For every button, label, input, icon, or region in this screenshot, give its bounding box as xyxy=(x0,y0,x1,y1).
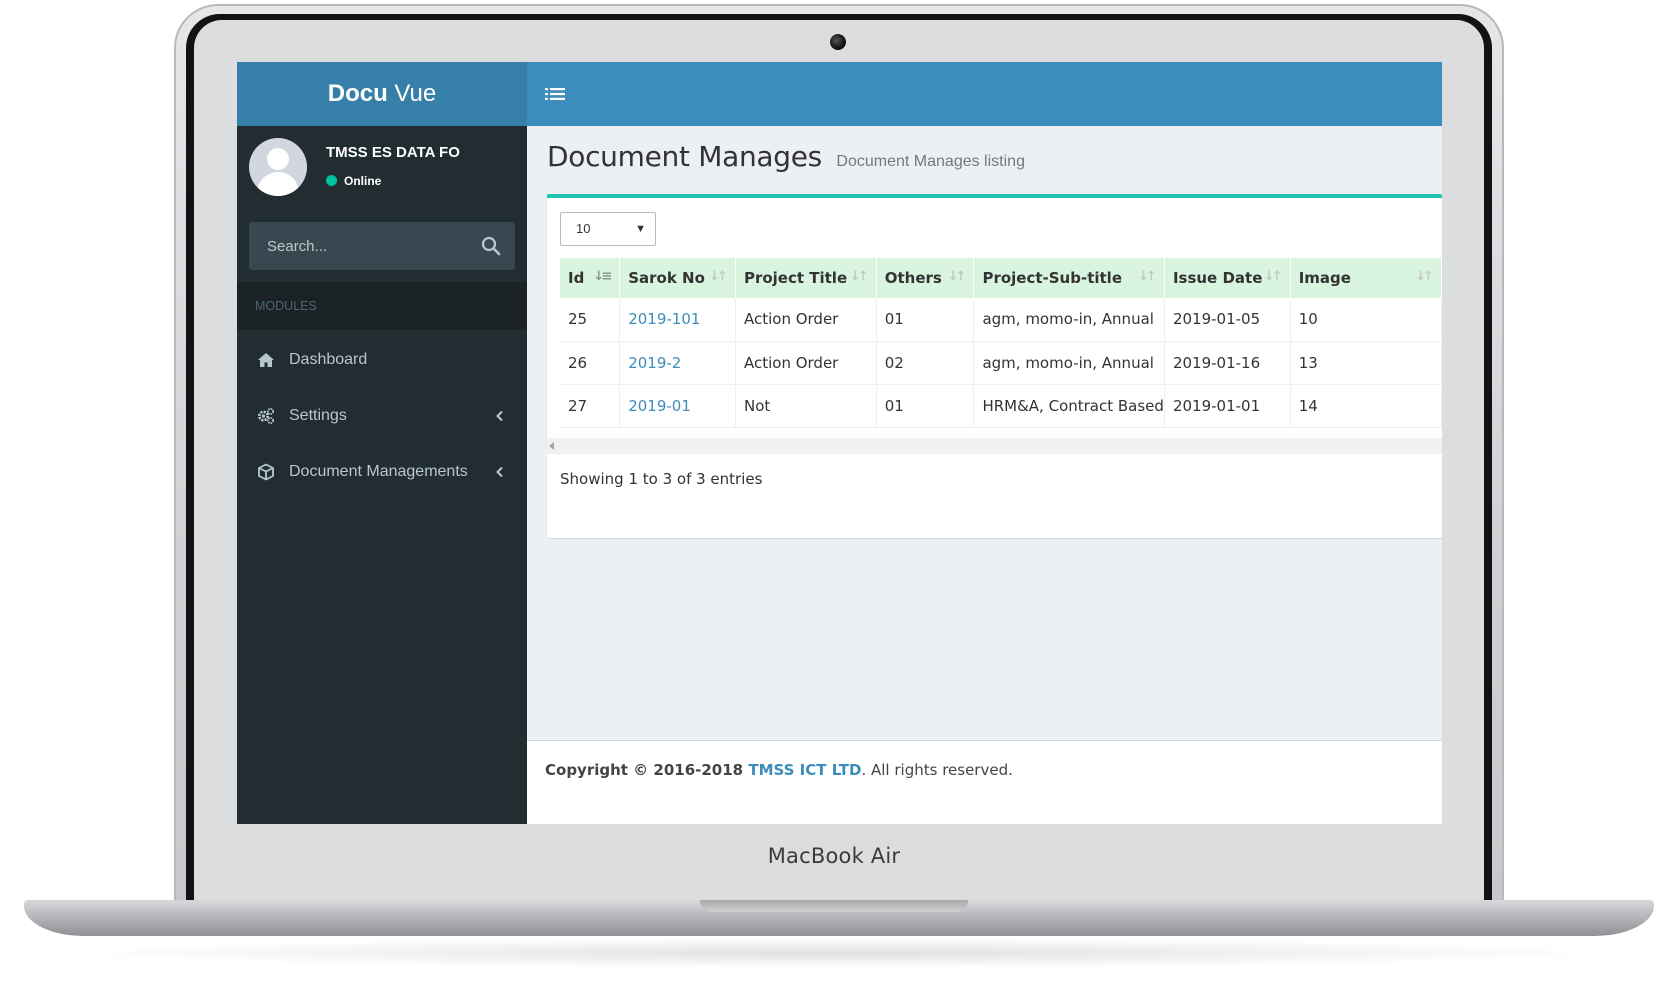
table-row: 26 2019-2 Action Order 02 agm, momo-in, … xyxy=(560,341,1442,385)
search-icon[interactable] xyxy=(481,236,501,256)
column-header-project-title[interactable]: Project Title ↓↑ xyxy=(735,258,877,298)
gears-icon xyxy=(258,408,274,424)
sidebar-section-header: MODULES xyxy=(237,282,527,330)
cell-sarok-no: 2019-2 xyxy=(619,341,736,385)
sidebar-item-settings[interactable]: Settings xyxy=(237,388,527,444)
cell-others: 01 xyxy=(876,384,975,428)
cube-icon xyxy=(258,463,274,481)
sidebar-toggle-icon[interactable] xyxy=(545,86,565,102)
chevron-left-icon xyxy=(496,466,503,478)
user-name: TMSS ES DATA FO xyxy=(326,144,460,161)
footer-rights: . All rights reserved. xyxy=(861,761,1013,779)
sort-icon: ↓↑ xyxy=(709,269,728,284)
horizontal-scrollbar[interactable] xyxy=(547,438,1442,454)
table-row: 25 2019-101 Action Order 01 agm, momo-in… xyxy=(560,298,1442,342)
app-logo[interactable]: Docu Vue xyxy=(237,62,527,126)
sort-icon: ↓↑ xyxy=(1263,269,1283,284)
cell-sub-title: agm, momo-in, Annual xyxy=(973,298,1165,342)
camera xyxy=(830,34,846,50)
column-header-image[interactable]: Image ↓↑ xyxy=(1290,258,1442,298)
page-subtitle: Document Manages listing xyxy=(836,153,1025,170)
cell-id: 27 xyxy=(560,384,621,428)
sarok-no-link[interactable]: 2019-101 xyxy=(628,310,700,328)
content-header: Document Manages Document Manages listin… xyxy=(547,140,1025,173)
sidebar: Docu Vue TMSS ES DATA FO Online MODULES xyxy=(237,62,527,824)
column-header-id[interactable]: Id ↓≡ xyxy=(560,258,621,298)
sort-icon: ↓↑ xyxy=(1415,269,1434,284)
cell-others: 01 xyxy=(876,298,975,342)
cell-others: 02 xyxy=(876,341,975,385)
cell-id: 26 xyxy=(560,341,621,385)
online-status-icon xyxy=(326,175,337,186)
cell-sub-title: agm, momo-in, Annual xyxy=(973,341,1165,385)
column-header-project-sub-title[interactable]: Project-Sub-title ↓↑ xyxy=(973,258,1165,298)
sidebar-menu: Dashboard Settings Document Managements xyxy=(237,332,527,500)
sidebar-item-label: Dashboard xyxy=(289,351,368,368)
cell-issue-date: 2019-01-01 xyxy=(1164,384,1291,428)
sidebar-item-label: Document Managements xyxy=(289,463,468,480)
search-input[interactable] xyxy=(249,222,469,270)
sarok-no-link[interactable]: 2019-01 xyxy=(628,397,691,415)
cell-sarok-no: 2019-01 xyxy=(619,384,736,428)
dropdown-arrow-icon: ▼ xyxy=(635,223,646,235)
page-length-select[interactable]: 10 ▼ xyxy=(560,212,656,246)
column-header-others[interactable]: Others ↓↑ xyxy=(876,258,975,298)
cell-sarok-no: 2019-101 xyxy=(619,298,736,342)
sort-icon: ↓↑ xyxy=(947,269,967,284)
logo-bold: Docu xyxy=(327,80,388,107)
home-icon xyxy=(258,353,274,367)
cell-image: 10 xyxy=(1290,298,1442,342)
table-info: Showing 1 to 3 of 3 entries xyxy=(560,470,763,488)
page-length-value: 10 xyxy=(576,221,591,236)
top-navbar xyxy=(527,62,1442,126)
column-header-issue-date[interactable]: Issue Date ↓↑ xyxy=(1164,258,1291,298)
footer-copyright: Copyright © 2016-2018 xyxy=(545,761,749,779)
cell-project-title: Not xyxy=(735,384,877,428)
page-title: Document Manages xyxy=(547,140,822,173)
sidebar-search xyxy=(249,222,515,270)
user-panel: TMSS ES DATA FO Online xyxy=(237,126,527,214)
sort-icon: ↓↑ xyxy=(1138,269,1157,284)
column-header-sarok-no[interactable]: Sarok No ↓↑ xyxy=(619,258,736,298)
laptop-shadow xyxy=(60,938,1620,968)
sort-icon: ↓↑ xyxy=(849,269,869,284)
cell-id: 25 xyxy=(560,298,621,342)
sort-asc-icon: ↓≡ xyxy=(593,269,612,284)
cell-project-title: Action Order xyxy=(735,341,877,385)
screen: Docu Vue TMSS ES DATA FO Online MODULES xyxy=(237,62,1442,824)
cell-image: 13 xyxy=(1290,341,1442,385)
footer-company-link[interactable]: TMSS ICT LTD xyxy=(748,761,861,779)
listing-box: 10 ▼ Id ↓≡ Sarok No ↓↑ Project Title ↓↑ Oth… xyxy=(547,194,1442,538)
cell-sub-title: HRM&A, Contract Based xyxy=(973,384,1165,428)
avatar xyxy=(249,138,307,196)
table-row: 27 2019-01 Not 01 HRM&A, Contract Based … xyxy=(560,384,1442,428)
cell-issue-date: 2019-01-05 xyxy=(1164,298,1291,342)
sidebar-item-dashboard[interactable]: Dashboard xyxy=(237,332,527,388)
sidebar-item-label: Settings xyxy=(289,407,347,424)
cell-issue-date: 2019-01-16 xyxy=(1164,341,1291,385)
footer: Copyright © 2016-2018 TMSS ICT LTD. All … xyxy=(527,740,1442,824)
table-header-row: Id ↓≡ Sarok No ↓↑ Project Title ↓↑ Others ↓↑… xyxy=(560,258,1442,298)
user-status: Online xyxy=(326,174,381,188)
sidebar-item-document-managements[interactable]: Document Managements xyxy=(237,444,527,500)
chevron-left-icon xyxy=(496,410,503,422)
laptop-notch xyxy=(700,900,968,912)
device-label: MacBook Air xyxy=(767,844,901,868)
cell-image: 14 xyxy=(1290,384,1442,428)
scroll-left-icon[interactable] xyxy=(549,442,554,450)
cell-project-title: Action Order xyxy=(735,298,877,342)
documents-table: Id ↓≡ Sarok No ↓↑ Project Title ↓↑ Others ↓↑… xyxy=(560,258,1442,428)
logo-light: Vue xyxy=(387,80,437,107)
sarok-no-link[interactable]: 2019-2 xyxy=(628,354,681,372)
user-status-label: Online xyxy=(344,174,382,188)
